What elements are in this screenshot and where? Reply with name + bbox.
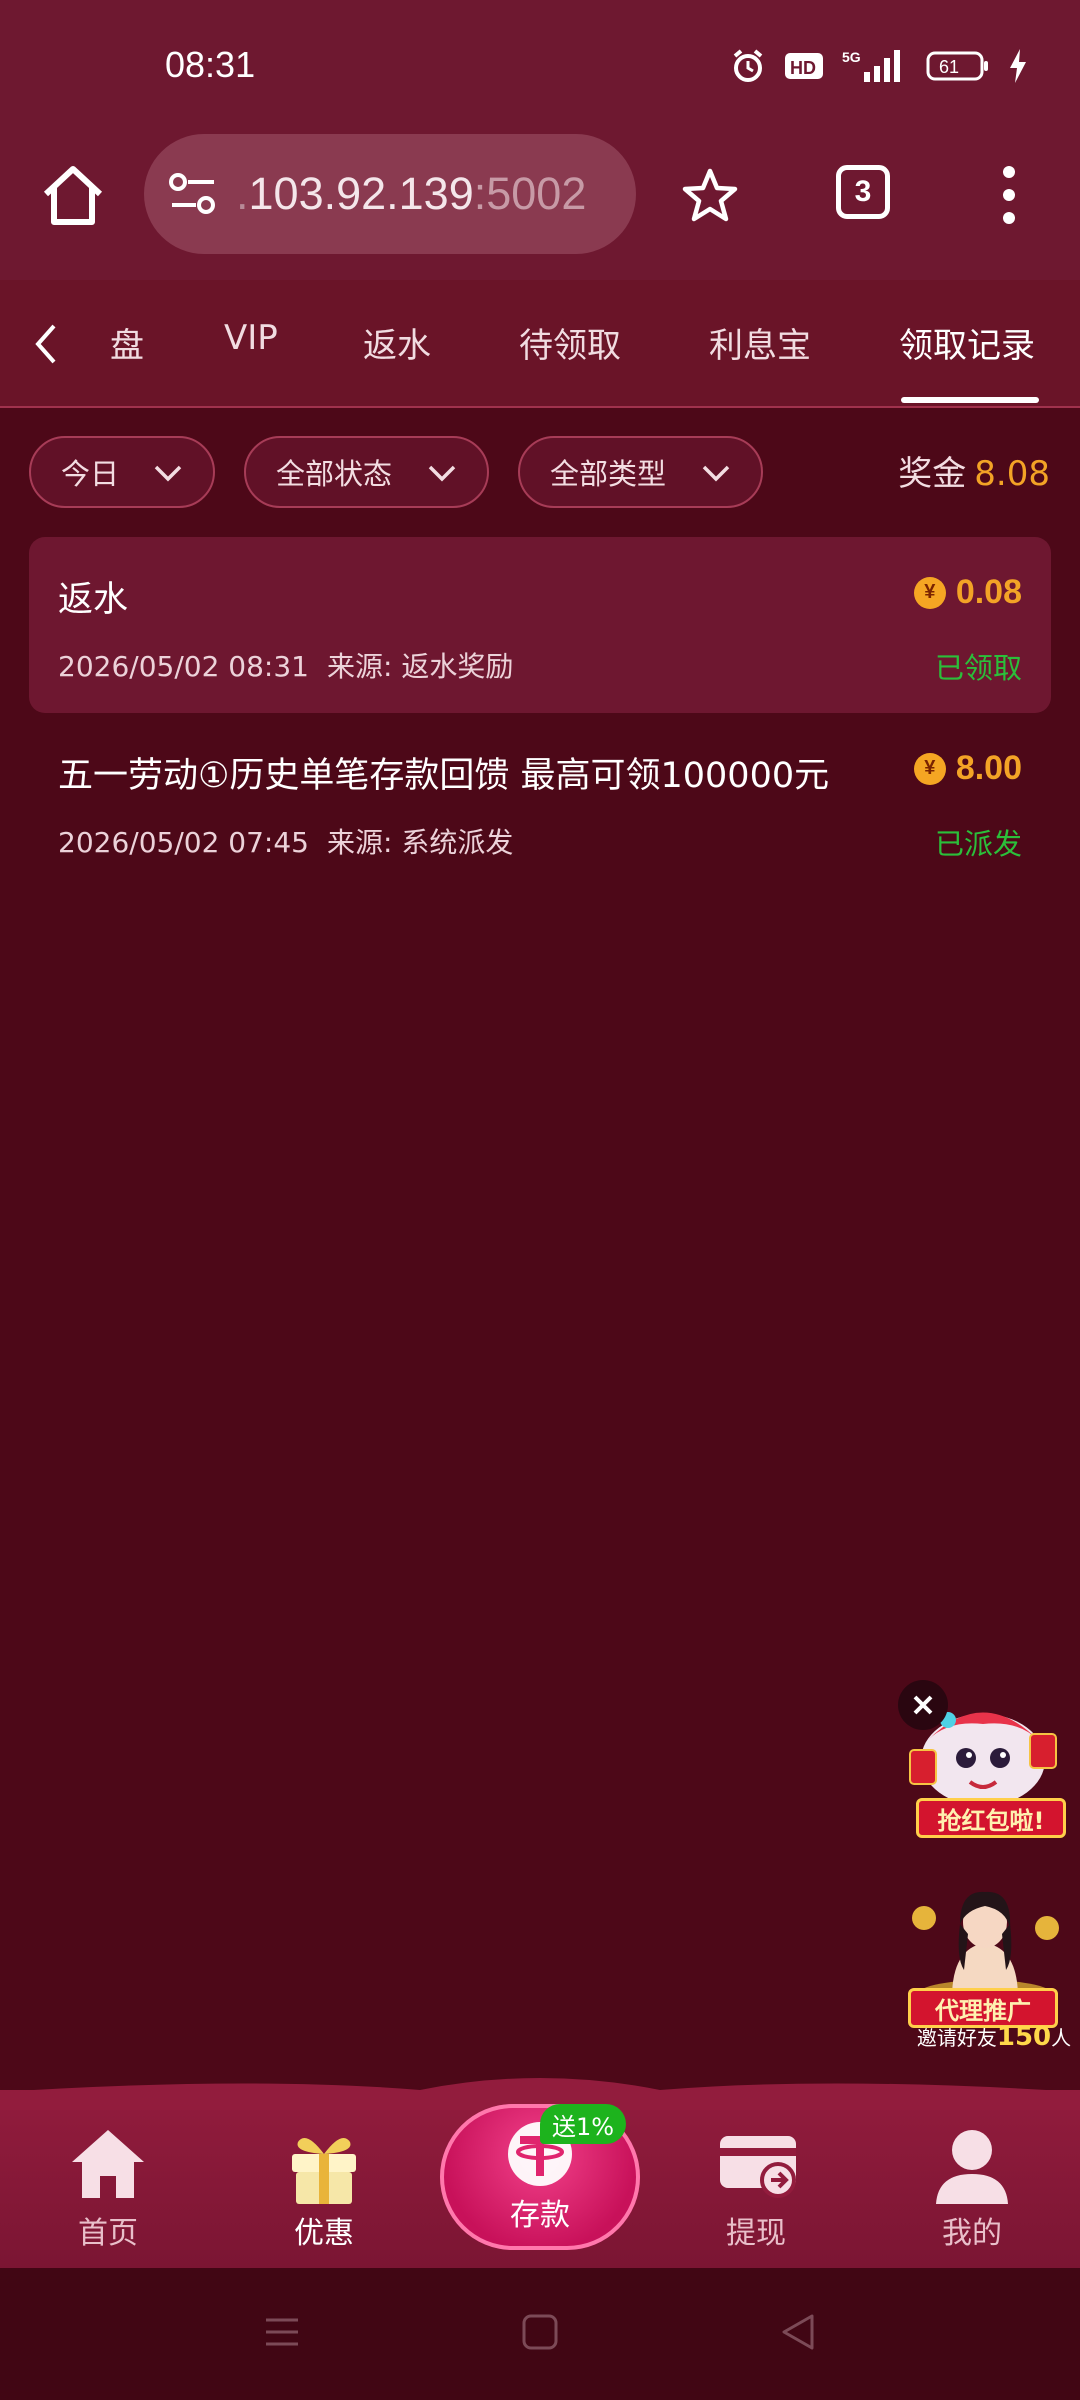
recents-menu-icon[interactable] [262,2312,302,2352]
nav-offers-label: 优惠 [294,2216,354,2251]
nav-mine-label: 我的 [942,2216,1002,2251]
red-packet-label: 抢红包啦! [916,1798,1066,1838]
record-amount: ¥ 8.00 [913,749,1022,788]
status-icons: HD 5G 61 [730,48,1028,84]
tab-switcher-button[interactable]: 3 [836,165,890,219]
record-amount: ¥ 0.08 [913,573,1022,612]
withdraw-card-icon [720,2136,796,2198]
tab-rebate[interactable]: 返水 [363,318,431,367]
5g-signal-icon: 5G [842,49,900,82]
site-settings-icon[interactable] [168,172,218,216]
tab-pan[interactable]: 盘 [110,318,144,367]
agent-subtitle: 邀请好友150人 [916,2022,1072,2052]
gift-icon [292,2138,356,2204]
record-amount-value: 0.08 [955,573,1022,611]
record-meta: 2026/05/02 07:45 来源: 系统派发 [58,821,513,861]
nav-home[interactable]: 首页 [28,2090,188,2268]
category-tabs: 盘 VIP 返水 待领取 利息宝 领取记录 [0,280,1080,408]
status-filter-label: 全部状态 [276,457,393,491]
type-filter-label: 全部类型 [550,457,667,491]
nav-offers[interactable]: 优惠 [244,2090,404,2268]
agent-promo[interactable]: 代理推广 邀请好友150人 [902,1888,1071,2052]
date-filter[interactable]: 今日 [29,436,215,508]
chevron-left-icon[interactable] [26,316,66,372]
nav-mine[interactable]: 我的 [892,2090,1052,2268]
more-menu-icon[interactable] [994,164,1024,226]
user-icon [936,2130,1008,2204]
status-time: 08:31 [165,44,256,85]
nav-home-label: 首页 [78,2216,138,2251]
bonus-amount: 8.08 [974,454,1050,494]
record-status: 已领取 [934,651,1022,685]
status-filter[interactable]: 全部状态 [244,436,489,508]
status-bar: 08:31 HD 5G 61 [0,0,1080,130]
active-tab-indicator [901,397,1039,403]
charging-icon [1010,49,1026,83]
record-meta: 2026/05/02 08:31 来源: 返水奖励 [58,645,513,685]
date-filter-label: 今日 [61,457,120,491]
tab-pending[interactable]: 待领取 [519,318,621,367]
bookmark-star-icon[interactable] [680,166,740,226]
record-source: 来源: 系统派发 [326,826,514,859]
coin-icon: ¥ [913,576,946,609]
system-navigation-bar [0,2268,1080,2400]
type-filter[interactable]: 全部类型 [518,436,763,508]
home-square-icon[interactable] [520,2312,560,2352]
nav-withdraw[interactable]: 提现 [676,2090,836,2268]
list-item[interactable]: 返水 ¥ 0.08 2026/05/02 08:31 来源: 返水奖励 已领取 [29,537,1051,713]
bonus-label: 奖金 [898,454,967,494]
record-title: 返水 [58,580,129,620]
tab-claim-records[interactable]: 领取记录 [899,318,1035,367]
deposit-label: 存款 [510,2198,570,2233]
chevron-down-icon [154,465,182,482]
record-time: 2026/05/02 08:31 [58,650,309,683]
record-amount-value: 8.00 [955,749,1022,787]
nav-withdraw-label: 提现 [726,2216,786,2251]
tab-interest[interactable]: 利息宝 [709,318,811,367]
agent-avatar-icon [912,1891,1059,2012]
url-text: .103.92.139:5002 [236,168,587,219]
bonus-total: 奖金 8.08 [898,446,1050,495]
back-triangle-icon[interactable] [778,2312,818,2352]
list-item[interactable]: 五一劳动①历史单笔存款回馈 最高可领100000元 ¥ 8.00 2026/05… [29,713,1051,889]
svg-text:5G: 5G [842,49,861,65]
record-title: 五一劳动①历史单笔存款回馈 最高可领100000元 [58,756,830,796]
browser-toolbar: .103.92.139:5002 3 [0,130,1080,280]
record-status: 已派发 [934,827,1022,861]
home-icon [72,2130,144,2198]
battery-icon: 61 [926,51,988,81]
battery-level: 61 [939,57,959,77]
home-icon[interactable] [38,160,108,230]
close-promo-button[interactable] [898,1680,948,1730]
address-bar[interactable]: .103.92.139:5002 [144,134,636,254]
chevron-down-icon [702,465,730,482]
coin-icon: ¥ [913,752,946,785]
tab-vip[interactable]: VIP [224,318,278,358]
record-time: 2026/05/02 07:45 [58,826,309,859]
close-icon [913,1695,933,1715]
svg-text:HD: HD [790,58,816,78]
deposit-bonus-badge: 送1% [540,2104,626,2144]
hd-icon: HD [785,53,823,79]
alarm-icon [733,49,763,82]
chevron-down-icon [428,465,456,482]
record-source: 来源: 返水奖励 [326,650,514,683]
